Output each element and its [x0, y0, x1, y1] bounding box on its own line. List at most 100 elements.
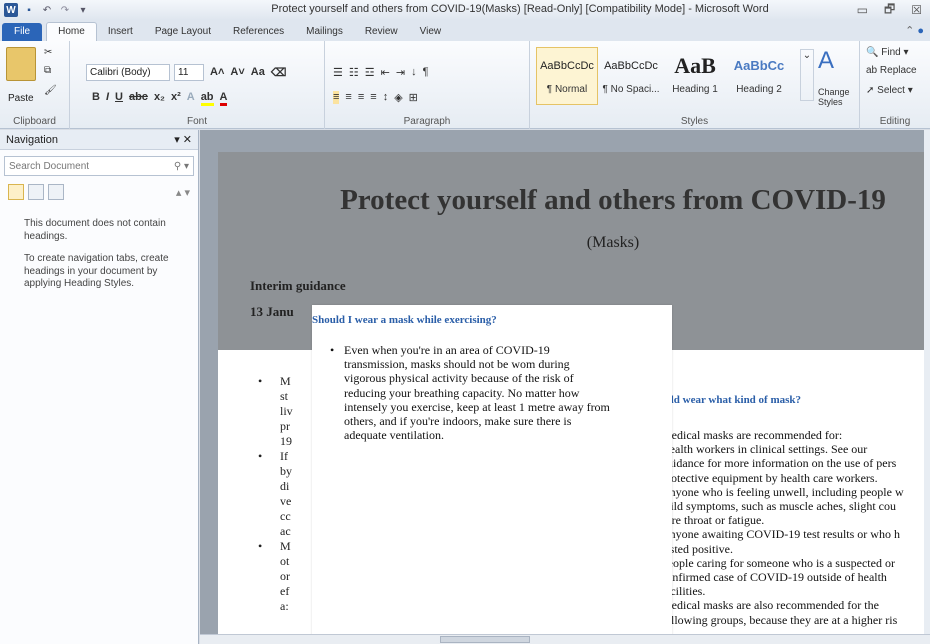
exercise-mask-box: Should I wear a mask while exercising? •… [312, 305, 672, 644]
cut-icon[interactable]: ✂ [44, 47, 52, 58]
numbering-icon[interactable]: ☷ [349, 66, 359, 79]
paste-button[interactable]: Paste [8, 93, 34, 104]
tab-home[interactable]: Home [46, 22, 97, 41]
replace-button[interactable]: ab Replace [866, 65, 917, 76]
style-normal-name: ¶ Normal [546, 84, 588, 95]
text-line: transmission, masks should not be wom du… [344, 357, 570, 372]
borders-icon[interactable]: ⊞ [409, 91, 418, 104]
style-heading-2[interactable]: AaBbCc Heading 2 [728, 47, 790, 105]
navigation-view-tabs: ▴ ▾ [0, 182, 198, 202]
multilevel-list-icon[interactable]: ☲ [365, 66, 375, 79]
italic-icon[interactable]: I [106, 91, 109, 106]
shading-icon[interactable]: ◈ [394, 91, 402, 104]
word-app-icon[interactable]: W [4, 3, 18, 17]
tab-file[interactable]: File [2, 23, 43, 41]
tab-mailings[interactable]: Mailings [295, 23, 354, 41]
document-area[interactable]: Protect yourself and others from COVID-1… [200, 130, 930, 644]
document-title: Protect yourself and others from COVID-1… [340, 184, 886, 216]
underline-icon[interactable]: U [115, 91, 123, 106]
text-line: tested positive. [661, 541, 733, 556]
nav-prev-next-icon[interactable]: ▴ ▾ [176, 186, 190, 199]
find-button[interactable]: 🔍 Find ▾ [866, 47, 909, 58]
style-heading-1-name: Heading 1 [672, 84, 718, 95]
document-page[interactable]: Protect yourself and others from COVID-1… [218, 152, 930, 644]
tab-view[interactable]: View [409, 23, 453, 41]
shrink-font-icon[interactable]: A˅ [230, 66, 244, 79]
text-line: sore throat or fatigue. [661, 513, 765, 528]
font-color-icon[interactable]: A [219, 91, 228, 106]
search-icon[interactable]: ⚲ ▾ [174, 161, 189, 172]
style-heading-1[interactable]: AaB Heading 1 [664, 47, 726, 105]
format-painter-icon[interactable]: 🖌 [44, 85, 57, 96]
tab-page-layout[interactable]: Page Layout [144, 23, 222, 41]
find-label: Find [881, 47, 901, 58]
help-icon[interactable]: ● [917, 25, 924, 37]
window-title: Protect yourself and others from COVID-1… [271, 3, 769, 15]
vertical-scrollbar[interactable] [924, 130, 930, 634]
change-case-icon[interactable]: Aa [251, 66, 265, 79]
restore-button[interactable]: 🗗 [884, 0, 895, 21]
ribbon-tabs: File Home Insert Page Layout References … [0, 20, 930, 41]
tab-references[interactable]: References [222, 23, 295, 41]
styles-scroll[interactable]: ⌄ [800, 49, 814, 101]
ribbon-minimize-icon[interactable]: ⌃ ● [905, 24, 924, 37]
navigation-msg-1: This document does not contain headings. [24, 218, 166, 242]
text-line: confirmed case of COVID-19 outside of he… [661, 570, 887, 585]
superscript-icon[interactable]: x² [171, 91, 181, 106]
show-marks-icon[interactable]: ¶ [423, 66, 429, 79]
style-no-spacing-preview: AaBbCcDc [604, 60, 658, 72]
interim-guidance: Interim guidance [250, 278, 346, 293]
font-name-combo[interactable]: Calibri (Body) [86, 64, 170, 81]
save-icon[interactable]: ▪ [22, 3, 36, 17]
tab-insert[interactable]: Insert [97, 23, 144, 41]
headings-tab-icon[interactable] [8, 184, 24, 200]
bullets-icon[interactable]: ☰ [333, 66, 343, 79]
increase-indent-icon[interactable]: ⇥ [396, 66, 405, 79]
style-normal[interactable]: AaBbCcDc ¶ Normal [536, 47, 598, 105]
change-styles-button[interactable]: Change Styles [818, 87, 858, 107]
style-no-spacing[interactable]: AaBbCcDc ¶ No Spaci... [600, 47, 662, 105]
style-heading-1-preview: AaB [674, 53, 716, 78]
decrease-indent-icon[interactable]: ⇤ [381, 66, 390, 79]
highlight-icon[interactable]: ab [200, 91, 214, 106]
paste-icon[interactable] [6, 47, 36, 81]
document-subtitle: (Masks) [586, 234, 640, 251]
text-effects-icon[interactable]: A [187, 91, 195, 106]
sort-icon[interactable]: ↓ [411, 66, 417, 79]
window-controls: ▭ 🗗 ☒ [857, 0, 930, 20]
ribbon: Paste ✂ ⧉ 🖌 Clipboard Calibri (Body) 11 … [0, 41, 930, 129]
pages-tab-icon[interactable] [28, 184, 44, 200]
line-spacing-icon[interactable]: ↕ [383, 91, 389, 104]
minimize-button[interactable]: ▭ [857, 3, 868, 17]
styles-label: Styles [680, 116, 709, 127]
redo-icon[interactable]: ↷ [58, 3, 72, 17]
subscript-icon[interactable]: x₂ [154, 91, 165, 106]
tab-review[interactable]: Review [354, 23, 409, 41]
undo-icon[interactable]: ↶ [40, 3, 54, 17]
bold-icon[interactable]: B [92, 91, 100, 106]
horizontal-scrollbar[interactable] [200, 634, 930, 644]
select-button[interactable]: ➚ Select ▾ [866, 85, 913, 96]
close-button[interactable]: ☒ [911, 3, 922, 17]
change-styles-icon[interactable]: A [818, 47, 834, 75]
text-line: facilities. [661, 584, 706, 599]
results-tab-icon[interactable] [48, 184, 64, 200]
text-line: People caring for someone who is a suspe… [661, 555, 895, 570]
grow-font-icon[interactable]: A˄ [210, 66, 224, 79]
strikethrough-icon[interactable]: abc [129, 91, 148, 106]
copy-icon[interactable]: ⧉ [44, 65, 51, 76]
font-size-combo[interactable]: 11 [174, 64, 204, 81]
clipboard-group: Paste ✂ ⧉ 🖌 Clipboard [0, 41, 70, 129]
align-center-icon[interactable]: ≡ [345, 91, 351, 104]
align-left-icon[interactable]: ≡ [333, 91, 340, 104]
clear-format-icon[interactable]: ⌫ [271, 66, 287, 79]
customize-toolbar-icon[interactable]: ▾ [76, 3, 90, 17]
navigation-close-icon[interactable]: ▾ ✕ [174, 133, 192, 146]
horizontal-scroll-thumb[interactable] [440, 636, 530, 643]
align-right-icon[interactable]: ≡ [358, 91, 364, 104]
search-document-input[interactable]: Search Document ⚲ ▾ [4, 156, 194, 176]
clipboard-label: Clipboard [13, 116, 56, 127]
text-line: Even when you're in an area of COVID-19 [344, 343, 550, 357]
justify-icon[interactable]: ≡ [370, 91, 376, 104]
navigation-header: Navigation ▾ ✕ [0, 130, 198, 150]
